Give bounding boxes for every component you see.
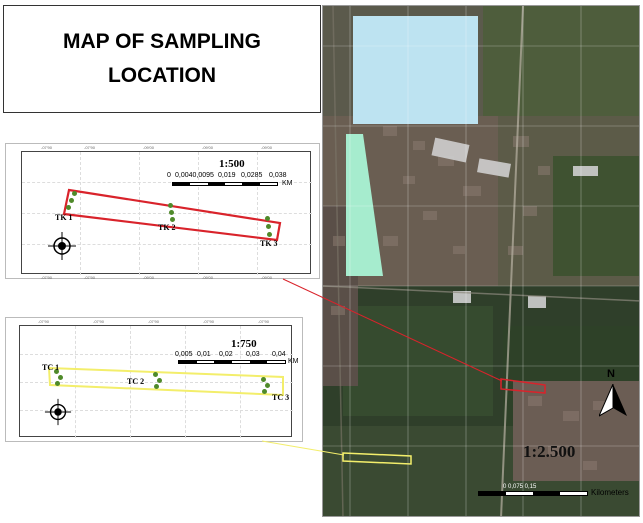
tk2-marker: [168, 203, 173, 208]
main-map-scale-unit: Kilometers: [591, 488, 629, 497]
tc2-marker: [153, 372, 158, 377]
tc3-marker: [261, 377, 266, 382]
main-map-scale-bar: [478, 491, 588, 496]
compass-rose-icon: [44, 398, 72, 426]
title-line-2: LOCATION: [107, 64, 217, 87]
satellite-map: 1:2.500 0 0,075 0,15 Kilometers N: [322, 5, 640, 517]
tc-site-outline: [47, 366, 284, 397]
inset-map-tk: -07'90 -07'90 -09'00 -09'00 -09'00 -07'9…: [5, 143, 320, 280]
main-map-scale-title: 1:2.500: [523, 442, 576, 461]
title-line-1: MAP OF SAMPLING: [63, 30, 261, 53]
tk3-label: TK 3: [260, 239, 278, 248]
tc1-label: TC 1: [42, 363, 60, 372]
tc3-marker: [265, 383, 270, 388]
tk3-marker: [266, 224, 271, 229]
tc1-marker: [58, 375, 63, 380]
title-box: MAP OF SAMPLING LOCATION: [3, 5, 321, 113]
tk3-marker: [265, 216, 270, 221]
satellite-imagery: [323, 6, 639, 516]
tk1-marker: [66, 205, 71, 210]
tk1-label: TK 1: [55, 213, 73, 222]
tk1-marker: [72, 191, 77, 196]
tk1-marker: [69, 198, 74, 203]
tc2-marker: [154, 384, 159, 389]
north-label: N: [607, 368, 615, 380]
tc2-label: TC 2: [127, 377, 145, 386]
inset-map-tc: -07'90 -07'90 -07'90 -07'90 -07'90 1:750…: [5, 317, 303, 442]
north-arrow-icon: [599, 384, 627, 417]
compass-rose-icon: [48, 232, 76, 260]
tk-site-outline: [62, 188, 282, 242]
tc1-marker: [55, 381, 60, 386]
tc3-label: TC 3: [272, 393, 290, 402]
tk3-marker: [267, 232, 272, 237]
tk2-label: TK 2: [158, 223, 176, 232]
tk2-marker: [170, 217, 175, 222]
tk2-marker: [169, 210, 174, 215]
tc2-marker: [157, 378, 162, 383]
main-map-scale-ticks: 0 0,075 0,15: [503, 484, 537, 490]
tc3-marker: [262, 389, 267, 394]
